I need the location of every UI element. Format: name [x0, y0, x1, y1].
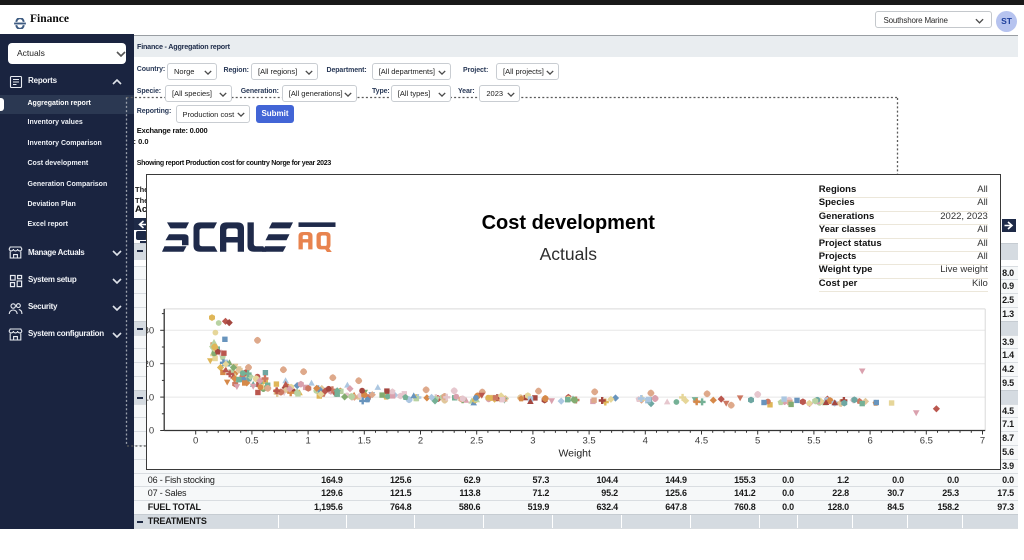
svg-text:6.5: 6.5 [920, 435, 933, 446]
svg-text:30: 30 [146, 325, 154, 336]
svg-text:1: 1 [305, 435, 310, 446]
svg-text:6: 6 [867, 435, 872, 446]
svg-text:5.5: 5.5 [807, 435, 820, 446]
svg-text:20: 20 [146, 359, 154, 370]
svg-text:0: 0 [149, 425, 154, 436]
svg-text:7: 7 [980, 435, 985, 446]
svg-text:10: 10 [146, 392, 154, 403]
svg-text:2: 2 [418, 435, 423, 446]
svg-text:4: 4 [643, 435, 648, 446]
svg-text:2.5: 2.5 [470, 435, 483, 446]
svg-text:3.5: 3.5 [582, 435, 595, 446]
svg-text:3: 3 [530, 435, 535, 446]
svg-text:Weight: Weight [558, 447, 591, 459]
svg-text:0: 0 [193, 435, 198, 446]
svg-text:4.5: 4.5 [695, 435, 708, 446]
svg-text:0.5: 0.5 [245, 435, 258, 446]
svg-text:5: 5 [755, 435, 760, 446]
svg-text:1.5: 1.5 [358, 435, 371, 446]
